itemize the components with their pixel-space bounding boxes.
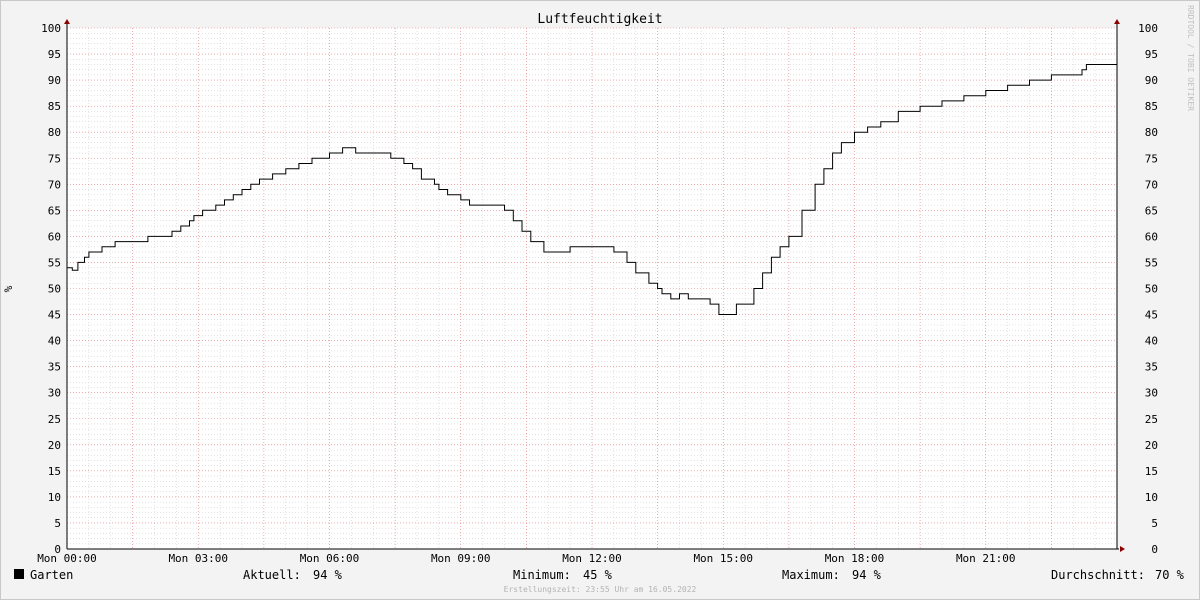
y-tick-label-right: 55 [1145,256,1158,269]
y-tick-label-right: 35 [1145,361,1158,374]
x-tick-label: Mon 15:00 [693,552,753,565]
y-tick-label-right: 45 [1145,309,1158,322]
y-tick-label-right: 65 [1145,204,1158,217]
y-axis-left-arrow [64,19,70,24]
x-axis-arrow [1120,546,1125,552]
y-tick-label-right: 60 [1145,230,1158,243]
y-tick-label-left: 10 [48,491,61,504]
y-tick-label-right: 75 [1145,152,1158,165]
x-tick-label: Mon 03:00 [168,552,228,565]
y-axis-label-left: % [2,285,15,292]
y-tick-label-right: 95 [1145,48,1158,61]
y-tick-label-left: 20 [48,439,61,452]
stat-minimum-value: 45 % [583,568,613,582]
y-tick-label-left: 60 [48,230,61,243]
stat-maximum-value: 94 % [852,568,882,582]
y-tick-label-left: 30 [48,387,61,400]
watermark: RRDTOOL / TOBI OETIKER [1186,5,1195,111]
y-tick-label-right: 20 [1145,439,1158,452]
y-tick-label-right: 85 [1145,100,1158,113]
y-tick-label-right: 0 [1151,543,1158,556]
x-tick-label: Mon 18:00 [825,552,885,565]
creation-time-footer: Erstellungszeit: 23:55 Uhr am 16.05.2022 [504,585,697,594]
x-tick-label: Mon 09:00 [431,552,491,565]
y-tick-label-left: 25 [48,413,61,426]
y-tick-label-right: 80 [1145,126,1158,139]
x-tick-label: Mon 12:00 [562,552,622,565]
y-tick-label-left: 80 [48,126,61,139]
y-axis-right-arrow [1114,19,1120,24]
y-tick-label-left: 90 [48,74,61,87]
chart: 0 05 510 1015 1520 2025 2530 3035 3540 4045 4550 50… [2,5,1195,594]
y-tick-label-left: 35 [48,361,61,374]
stat-minimum-label: Minimum: [513,568,571,582]
y-tick-label-left: 75 [48,152,61,165]
y-tick-label-right: 5 [1151,517,1158,530]
y-tick-label-left: 55 [48,256,61,269]
chart-title: Luftfeuchtigkeit [537,12,662,27]
legend-label: Garten [30,568,73,582]
y-tick-label-right: 15 [1145,465,1158,478]
stat-durchschnitt-value: 70 % [1155,568,1185,582]
x-tick-label: Mon 00:00 [37,552,97,565]
y-tick-label-left: 95 [48,48,61,61]
y-tick-label-left: 40 [48,335,61,348]
stat-aktuell-label: Aktuell: [243,568,301,582]
y-tick-label-right: 50 [1145,283,1158,296]
y-tick-label-right: 40 [1145,335,1158,348]
y-tick-label-right: 100 [1138,22,1158,35]
y-tick-label-right: 25 [1145,413,1158,426]
y-tick-label-right: 30 [1145,387,1158,400]
y-tick-label-left: 85 [48,100,61,113]
y-tick-label-right: 10 [1145,491,1158,504]
stat-durchschnitt-label: Durchschnitt: [1051,568,1145,582]
y-tick-label-left: 70 [48,178,61,191]
y-tick-label-left: 5 [54,517,61,530]
y-tick-label-left: 45 [48,309,61,322]
x-tick-label: Mon 21:00 [956,552,1016,565]
x-tick-label: Mon 06:00 [300,552,360,565]
stat-aktuell-value: 94 % [313,568,343,582]
stat-maximum-label: Maximum: [782,568,840,582]
y-tick-label-left: 65 [48,204,61,217]
y-tick-label-right: 70 [1145,178,1158,191]
legend-swatch [14,569,24,579]
y-tick-label-left: 100 [41,22,61,35]
y-tick-label-left: 15 [48,465,61,478]
legend: Garten Aktuell: 94 % Minimum: 45 % Maxim… [14,568,1185,582]
y-tick-label-right: 90 [1145,74,1158,87]
y-tick-label-left: 50 [48,283,61,296]
